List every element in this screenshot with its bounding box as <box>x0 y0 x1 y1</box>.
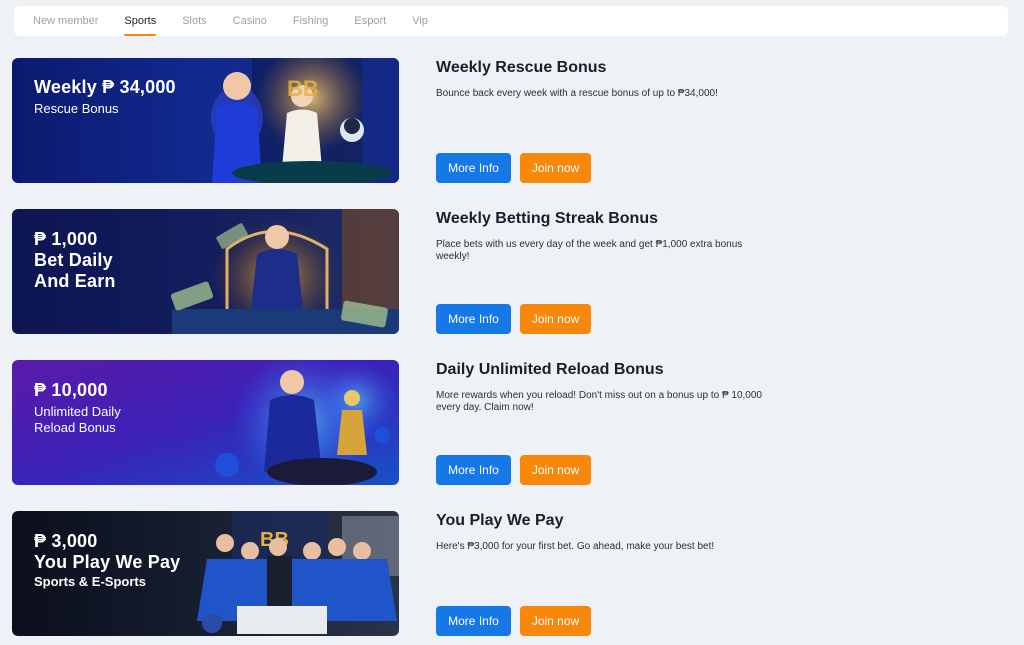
promo-title: Weekly Rescue Bonus <box>436 59 607 76</box>
promo-card-you-play-we-pay: BB ₱ 3,000 You Play We Pay Sports & E-Sp… <box>12 511 802 637</box>
brand-logo-icon: BB <box>287 76 319 101</box>
more-info-button[interactable]: More Info <box>436 455 511 485</box>
promo-info: You Play We Pay Here's ₱3,000 for your f… <box>436 511 776 637</box>
banner-headline: ₱ 1,000 <box>34 229 98 249</box>
tab-sports[interactable]: Sports <box>124 6 156 36</box>
more-info-button[interactable]: More Info <box>436 153 511 183</box>
tab-esport[interactable]: Esport <box>354 6 386 36</box>
banner-subline: Unlimited Daily <box>34 404 121 419</box>
banner-text: Weekly ₱ 34,000 Rescue Bonus <box>34 77 176 117</box>
promo-banner-image[interactable]: ₱ 1,000 Bet Daily And Earn <box>12 209 399 334</box>
promo-description: Bounce back every week with a rescue bon… <box>436 88 718 99</box>
promo-description: Place bets with us every day of the week… <box>436 239 743 262</box>
promo-title: Weekly Betting Streak Bonus <box>436 210 658 227</box>
banner-text: ₱ 3,000 You Play We Pay Sports & E-Sport… <box>34 531 180 590</box>
join-now-button[interactable]: Join now <box>520 455 591 485</box>
more-info-button[interactable]: More Info <box>436 606 511 636</box>
promo-info: Weekly Betting Streak Bonus Place bets w… <box>436 209 776 335</box>
promo-title: Daily Unlimited Reload Bonus <box>436 361 664 378</box>
banner-subline: Sports & E-Sports <box>34 574 146 589</box>
tab-fishing[interactable]: Fishing <box>293 6 328 36</box>
promo-info: Weekly Rescue Bonus Bounce back every we… <box>436 58 776 184</box>
promo-title: You Play We Pay <box>436 512 564 529</box>
banner-headline: ₱ 10,000 <box>34 380 108 400</box>
banner-subline: Bet Daily <box>34 250 113 270</box>
tab-new-member[interactable]: New member <box>33 6 98 36</box>
promo-card-daily-reload: ₱ 10,000 Unlimited Daily Reload Bonus Da… <box>12 360 802 486</box>
promo-banner-image[interactable]: BB ₱ 3,000 You Play We Pay Sports & E-Sp… <box>12 511 399 636</box>
promo-banner-image[interactable]: BB Weekly ₱ 34,000 Rescue Bonus <box>12 58 399 183</box>
banner-subline: You Play We Pay <box>34 552 181 572</box>
tab-vip[interactable]: Vip <box>412 6 428 36</box>
promo-description: Here's ₱3,000 for your first bet. Go ahe… <box>436 541 715 552</box>
join-now-button[interactable]: Join now <box>520 153 591 183</box>
promo-description: More rewards when you reload! Don't miss… <box>436 390 762 413</box>
promo-card-betting-streak: ₱ 1,000 Bet Daily And Earn Weekly Bettin… <box>12 209 802 335</box>
banner-subline: Rescue Bonus <box>34 101 119 116</box>
banner-headline: Weekly ₱ 34,000 <box>34 77 176 97</box>
tab-casino[interactable]: Casino <box>233 6 267 36</box>
join-now-button[interactable]: Join now <box>520 606 591 636</box>
more-info-button[interactable]: More Info <box>436 304 511 334</box>
banner-subline: And Earn <box>34 271 116 291</box>
banner-headline: ₱ 3,000 <box>34 531 98 551</box>
category-tab-bar: New member Sports Slots Casino Fishing E… <box>14 6 1008 36</box>
promo-card-weekly-rescue: BB Weekly ₱ 34,000 Rescue Bonus Weekly R… <box>12 58 802 184</box>
banner-subline: Reload Bonus <box>34 420 116 435</box>
promo-info: Daily Unlimited Reload Bonus More reward… <box>436 360 776 486</box>
tab-slots[interactable]: Slots <box>182 6 206 36</box>
join-now-button[interactable]: Join now <box>520 304 591 334</box>
banner-text: ₱ 1,000 Bet Daily And Earn <box>34 229 116 292</box>
promo-banner-image[interactable]: ₱ 10,000 Unlimited Daily Reload Bonus <box>12 360 399 485</box>
banner-text: ₱ 10,000 Unlimited Daily Reload Bonus <box>34 380 121 436</box>
